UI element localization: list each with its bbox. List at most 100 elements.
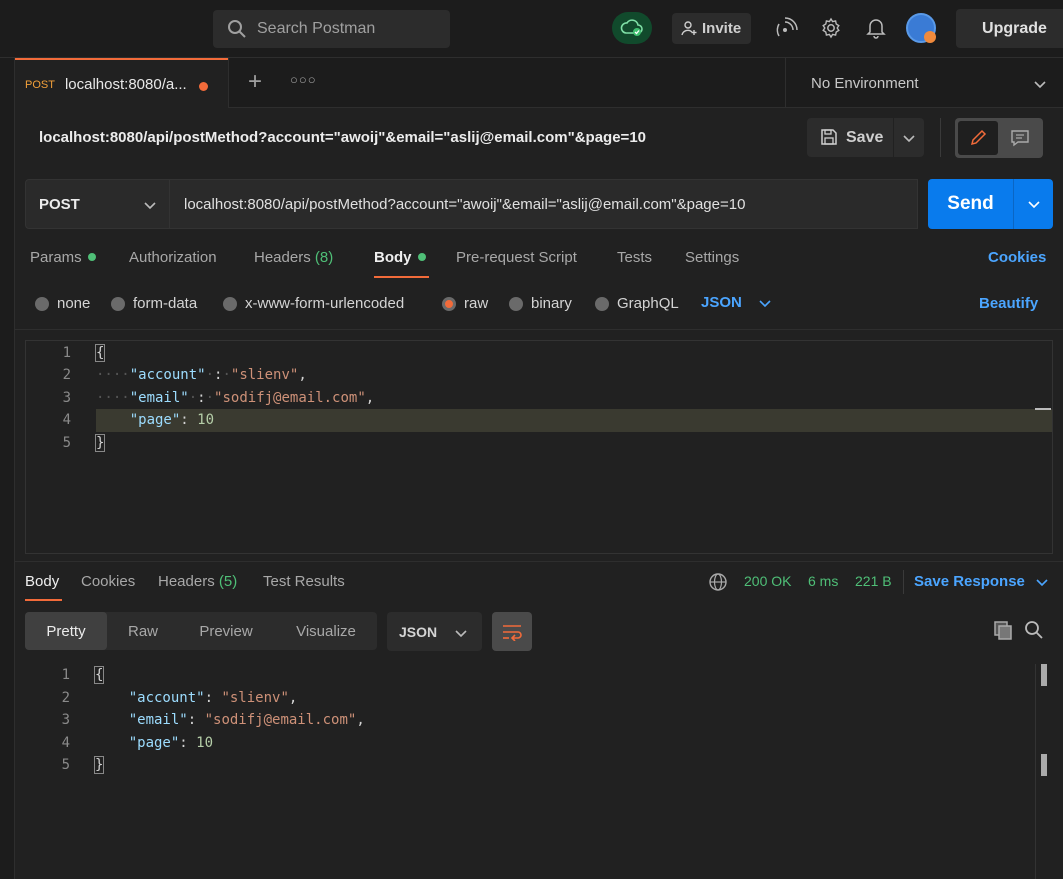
json-key: "account" xyxy=(128,690,205,706)
send-options-button[interactable] xyxy=(1013,179,1053,229)
view-preview-button[interactable]: Preview xyxy=(184,612,268,650)
save-options-button[interactable] xyxy=(894,118,924,157)
edit-button[interactable] xyxy=(958,121,998,155)
body-format-select[interactable]: JSON xyxy=(701,294,772,311)
response-tab-test-results[interactable]: Test Results xyxy=(263,573,345,590)
chevron-down-icon xyxy=(1033,76,1047,93)
active-tab-underline xyxy=(374,276,429,278)
avatar[interactable] xyxy=(906,13,936,43)
response-time[interactable]: 6 ms xyxy=(808,573,838,589)
response-status[interactable]: 200 OK xyxy=(744,573,791,589)
beautify-link[interactable]: Beautify xyxy=(979,295,1038,312)
comment-button[interactable] xyxy=(1001,121,1039,155)
satellite-icon[interactable] xyxy=(775,16,799,40)
active-tab-underline xyxy=(25,599,62,601)
tab-body[interactable]: Body xyxy=(374,249,426,266)
chevron-down-icon xyxy=(454,625,468,641)
search-input[interactable]: Search Postman xyxy=(213,10,450,48)
line-number: 1 xyxy=(62,345,71,361)
radio-label: raw xyxy=(464,295,489,312)
json-key: "page" xyxy=(129,412,181,428)
invite-button[interactable]: Invite xyxy=(672,13,751,44)
radio-dot xyxy=(223,296,237,311)
scroll-marker xyxy=(1041,664,1047,686)
save-response-button[interactable]: Save Response xyxy=(914,573,1049,590)
code-line: ····"account"·:·"slienv", xyxy=(96,367,307,383)
search-icon xyxy=(227,19,247,44)
code-line: "page": 10 xyxy=(129,412,215,428)
json-value: "slienv" xyxy=(230,367,299,383)
tab-prerequest-script[interactable]: Pre-request Script xyxy=(456,249,577,266)
response-format-select[interactable]: JSON xyxy=(387,612,482,651)
json-value: "sodifj@email.com" xyxy=(214,390,366,406)
copy-icon[interactable] xyxy=(993,620,1013,644)
divider xyxy=(15,561,1063,562)
request-title[interactable]: localhost:8080/api/postMethod?account="a… xyxy=(39,129,646,146)
radio-urlencoded[interactable]: x-www-form-urlencoded xyxy=(223,295,404,312)
response-tab-headers[interactable]: Headers (5) xyxy=(158,573,237,590)
open-brace: { xyxy=(93,666,105,684)
cookies-link[interactable]: Cookies xyxy=(988,249,1046,266)
view-raw-button[interactable]: Raw xyxy=(110,612,176,650)
url-input[interactable]: localhost:8080/api/postMethod?account="a… xyxy=(170,179,918,229)
response-size[interactable]: 221 B xyxy=(855,573,892,589)
tab-params[interactable]: Params xyxy=(30,249,96,266)
radio-graphql[interactable]: GraphQL xyxy=(595,295,679,312)
radio-label: none xyxy=(57,295,91,312)
tab-headers-label: Headers xyxy=(254,249,311,266)
tab-method: POST xyxy=(25,78,55,91)
json-value: "sodifj@email.com" xyxy=(204,712,357,728)
response-tab-cookies[interactable]: Cookies xyxy=(81,573,135,590)
chevron-down-icon xyxy=(903,134,915,142)
scroll-marker xyxy=(1035,408,1051,410)
method-select[interactable]: POST xyxy=(25,179,170,229)
line-number: 1 xyxy=(61,667,70,683)
radio-raw[interactable]: raw xyxy=(442,295,488,312)
environment-select[interactable]: No Environment xyxy=(785,58,1063,108)
save-icon xyxy=(820,128,838,151)
line-number: 3 xyxy=(62,390,71,406)
gear-icon[interactable] xyxy=(819,16,843,40)
json-key: "email" xyxy=(128,712,188,728)
upgrade-button[interactable]: Upgrade xyxy=(956,9,1063,48)
tab-headers[interactable]: Headers (8) xyxy=(254,249,333,266)
divider xyxy=(15,329,1063,330)
globe-icon[interactable] xyxy=(708,572,728,596)
radio-form-data[interactable]: form-data xyxy=(111,295,197,312)
radio-binary[interactable]: binary xyxy=(509,295,572,312)
code-line: "page": 10 xyxy=(128,735,214,751)
chevron-down-icon xyxy=(1036,578,1048,586)
scrollbar-track[interactable] xyxy=(1035,664,1036,879)
sync-status-icon[interactable] xyxy=(612,12,652,44)
tab-tests[interactable]: Tests xyxy=(617,249,652,266)
json-value: 10 xyxy=(196,735,214,751)
chevron-down-icon xyxy=(1027,201,1040,209)
plus-icon[interactable]: + xyxy=(244,70,266,96)
tab-authorization[interactable]: Authorization xyxy=(129,249,217,266)
search-placeholder: Search Postman xyxy=(257,20,376,37)
tab-settings[interactable]: Settings xyxy=(685,249,739,266)
save-button[interactable]: Save xyxy=(807,118,893,157)
wrap-lines-button[interactable] xyxy=(492,612,532,651)
code-line: } xyxy=(93,756,105,774)
radio-none[interactable]: none xyxy=(35,295,90,312)
radio-dot xyxy=(35,296,49,311)
bell-icon[interactable] xyxy=(864,16,888,40)
radio-label: form-data xyxy=(133,295,198,312)
view-visualize-button[interactable]: Visualize xyxy=(280,612,372,650)
view-pretty-button[interactable]: Pretty xyxy=(25,612,107,650)
radio-dot xyxy=(509,296,523,311)
code-line: ····"email"·:·"sodifj@email.com", xyxy=(96,390,375,406)
search-icon[interactable] xyxy=(1024,620,1044,644)
response-format-value: JSON xyxy=(399,623,438,640)
more-icon[interactable]: ○○○ xyxy=(290,72,316,92)
radio-label: GraphQL xyxy=(617,295,679,312)
send-button[interactable]: Send xyxy=(928,179,1013,229)
line-number: 2 xyxy=(61,690,70,706)
response-tab-body[interactable]: Body xyxy=(25,573,59,590)
radio-dot-selected xyxy=(442,296,456,311)
line-number: 2 xyxy=(62,367,71,383)
close-brace: } xyxy=(94,434,106,452)
tab-request[interactable]: POST localhost:8080/a... xyxy=(15,58,229,109)
indicator-dot xyxy=(417,253,426,262)
